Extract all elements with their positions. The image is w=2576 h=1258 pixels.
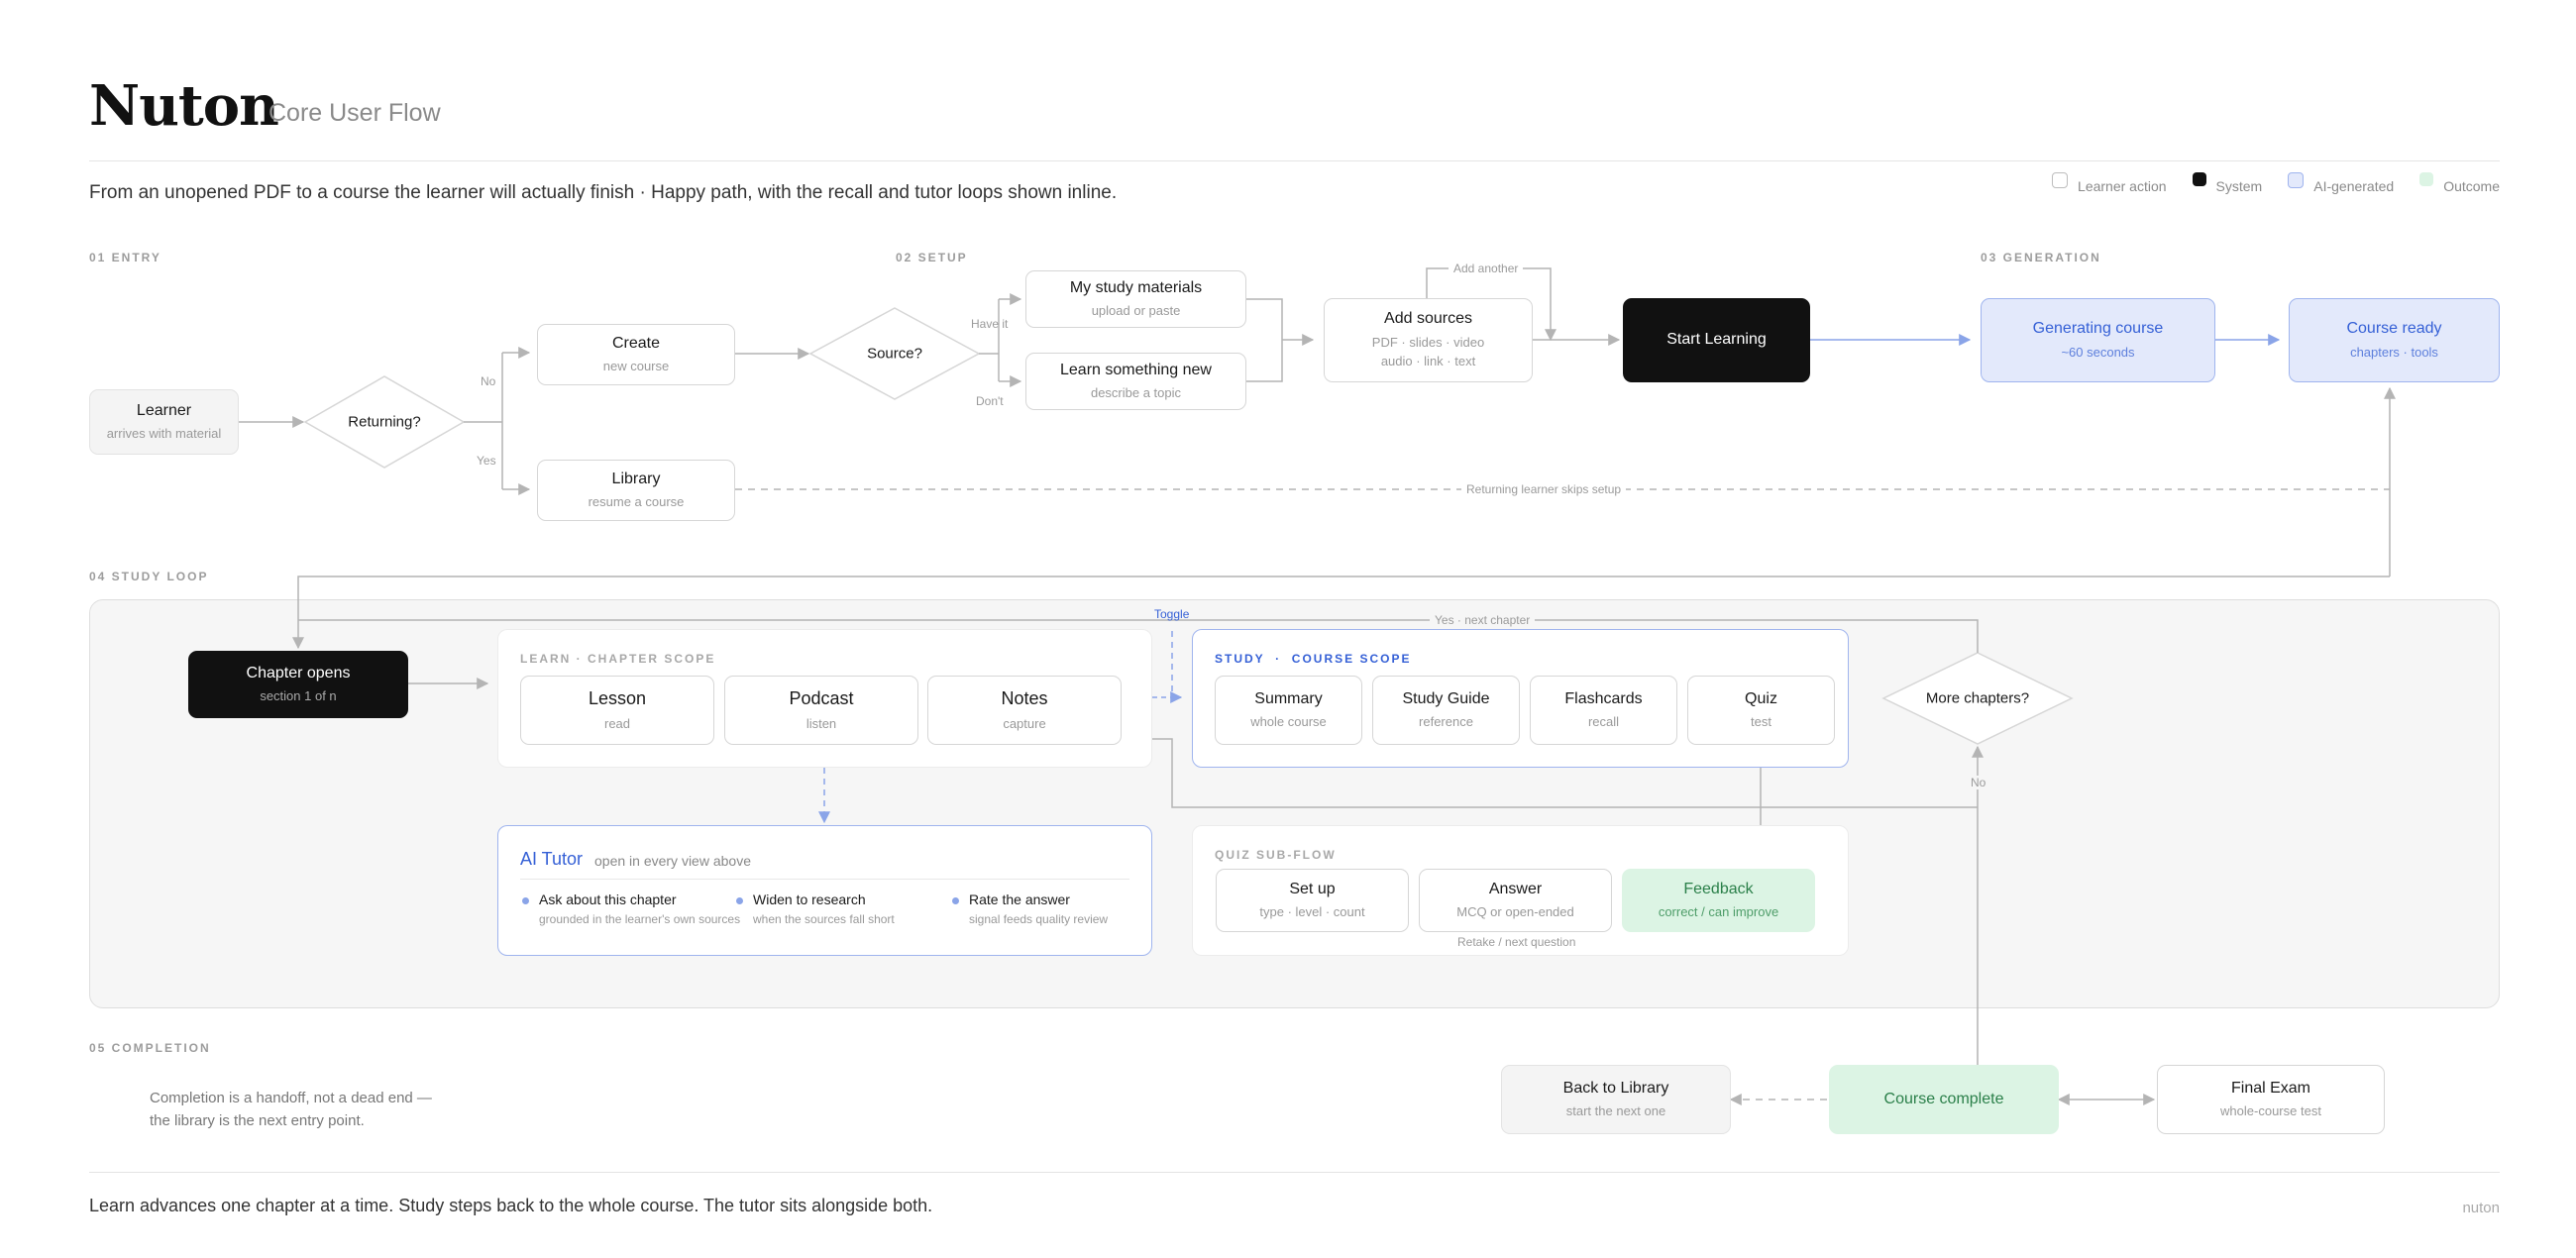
podcast-tab[interactable]: Podcast listen	[724, 676, 918, 745]
learner-node: Learner arrives with material	[89, 389, 239, 455]
quiz-setup-node[interactable]: Set up type · level · count	[1216, 869, 1409, 932]
edge-label-retake: Retake / next question	[1452, 935, 1581, 949]
summary-tab[interactable]: Summary whole course	[1215, 676, 1362, 745]
create-node[interactable]: Create new course	[537, 324, 735, 385]
course-ready-node: Course ready chapters · tools	[2289, 298, 2500, 382]
edge-label-yes-next-chapter: Yes · next chapter	[1430, 613, 1536, 627]
study-guide-tab[interactable]: Study Guide reference	[1372, 676, 1520, 745]
quiz-feedback-node: Feedback correct / can improve	[1622, 869, 1815, 932]
ai-tutor-title: AI Tutor	[520, 849, 584, 869]
returning-decision: Returning?	[348, 413, 421, 431]
quiz-tab[interactable]: Quiz test	[1687, 676, 1835, 745]
learn-something-new-node[interactable]: Learn something new describe a topic	[1025, 353, 1246, 410]
edge-label-yes: Yes	[477, 454, 496, 468]
source-decision: Source?	[867, 345, 922, 363]
footer-text: Learn advances one chapter at a time. St…	[89, 1196, 933, 1215]
bullet-icon	[952, 897, 959, 904]
completion-note: Completion is a handoff, not a dead end …	[150, 1090, 432, 1130]
course-complete-node: Course complete	[1829, 1065, 2059, 1134]
lesson-tab[interactable]: Lesson read	[520, 676, 714, 745]
bullet-icon	[522, 897, 529, 904]
edge-label-have-it: Have it	[971, 317, 1009, 331]
more-chapters-decision: More chapters?	[1925, 689, 2030, 707]
generating-course-node: Generating course ~60 seconds	[1981, 298, 2215, 382]
edge-label-skip-setup: Returning learner skips setup	[1461, 482, 1627, 496]
tutor-item-widen[interactable]: Widen to research when the sources fall …	[736, 891, 895, 926]
learn-panel: LEARN · CHAPTER SCOPE Lesson read Podcas…	[497, 629, 1152, 768]
library-node[interactable]: Library resume a course	[537, 460, 735, 521]
tutor-item-rate[interactable]: Rate the answer signal feeds quality rev…	[952, 891, 1108, 926]
back-to-library-node[interactable]: Back to Library start the next one	[1501, 1065, 1731, 1134]
bullet-icon	[736, 897, 743, 904]
final-exam-node[interactable]: Final Exam whole-course test	[2157, 1065, 2385, 1134]
study-panel: STUDY · COURSE SCOPE Summary whole cours…	[1192, 629, 1849, 768]
edge-label-no: No	[481, 374, 496, 388]
start-learning-button[interactable]: Start Learning	[1623, 298, 1810, 382]
quiz-answer-node[interactable]: Answer MCQ or open-ended	[1419, 869, 1612, 932]
edge-label-add-another: Add another	[1449, 262, 1524, 275]
edge-label-toggle: Toggle	[1154, 607, 1190, 621]
footer-brand: nuton	[2462, 1200, 2500, 1216]
add-sources-node[interactable]: Add sources PDF · slides · video audio ·…	[1324, 298, 1533, 382]
edge-label-dont: Don't	[976, 394, 1004, 408]
flashcards-tab[interactable]: Flashcards recall	[1530, 676, 1677, 745]
ai-tutor-panel[interactable]: AI Tutor open in every view above Ask ab…	[497, 825, 1152, 956]
edge-label-no-more: No	[1966, 776, 1991, 789]
tutor-item-ask[interactable]: Ask about this chapter grounded in the l…	[522, 891, 740, 926]
chapter-opens-node: Chapter opens section 1 of n	[188, 651, 408, 718]
my-study-materials-node[interactable]: My study materials upload or paste	[1025, 270, 1246, 328]
footer-divider	[89, 1172, 2500, 1173]
notes-tab[interactable]: Notes capture	[927, 676, 1122, 745]
